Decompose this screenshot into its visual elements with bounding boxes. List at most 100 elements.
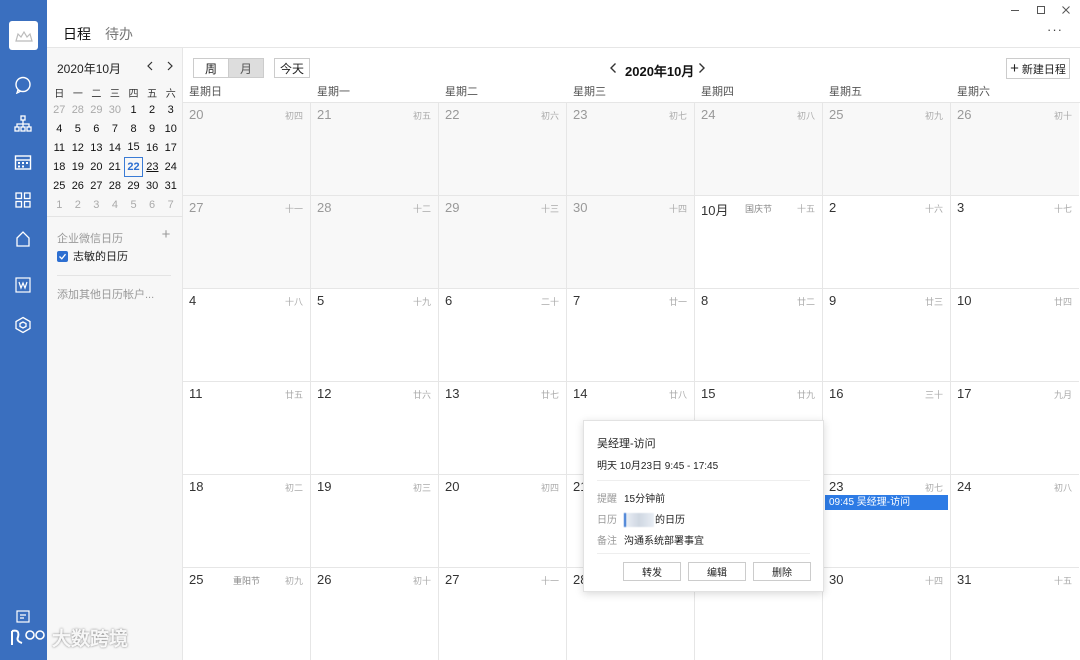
- mini-day[interactable]: 28: [106, 176, 125, 195]
- day-cell[interactable]: 6 二十: [439, 289, 567, 382]
- day-cell[interactable]: 29 十三: [439, 196, 567, 289]
- new-event-button[interactable]: + 新建日程: [1006, 58, 1070, 79]
- mini-day[interactable]: 2: [69, 195, 88, 214]
- mini-day[interactable]: 17: [161, 138, 180, 157]
- maximize-icon[interactable]: [1033, 2, 1049, 18]
- day-cell[interactable]: 23 初七 09:45 吴经理-访问: [823, 475, 951, 568]
- day-cell[interactable]: 28 十二: [311, 196, 439, 289]
- day-cell[interactable]: 30 十四: [823, 568, 951, 660]
- mini-day[interactable]: 26: [69, 176, 88, 195]
- day-cell[interactable]: 24 初八: [695, 103, 823, 196]
- day-cell[interactable]: 26 初十: [951, 103, 1079, 196]
- doc-icon[interactable]: [12, 274, 34, 296]
- mini-day[interactable]: 31: [161, 176, 180, 195]
- day-cell[interactable]: 12 廿六: [311, 382, 439, 475]
- day-cell[interactable]: 13 廿七: [439, 382, 567, 475]
- day-cell[interactable]: 27 十一: [439, 568, 567, 660]
- day-cell[interactable]: 22 初六: [439, 103, 567, 196]
- day-cell[interactable]: 31 十五: [951, 568, 1079, 660]
- mini-day[interactable]: 1: [50, 195, 69, 214]
- mini-day[interactable]: 12: [69, 138, 88, 157]
- mini-day[interactable]: 10: [161, 119, 180, 138]
- day-cell[interactable]: 24 初八: [951, 475, 1079, 568]
- week-view-button[interactable]: 周: [193, 58, 229, 78]
- mini-day[interactable]: 6: [143, 195, 162, 214]
- day-cell[interactable]: 11 廿五: [183, 382, 311, 475]
- prev-month-icon[interactable]: [606, 60, 620, 76]
- more-menu-icon[interactable]: ···: [1047, 22, 1063, 37]
- day-cell[interactable]: 25 初九 重阳节: [183, 568, 311, 660]
- day-cell[interactable]: 21 初五: [311, 103, 439, 196]
- day-cell[interactable]: 3 十七: [951, 196, 1079, 289]
- mini-day[interactable]: 16: [143, 138, 162, 157]
- workbench-icon[interactable]: [12, 228, 34, 250]
- avatar[interactable]: [9, 21, 38, 50]
- tab-todo[interactable]: 待办: [105, 24, 133, 44]
- mini-day[interactable]: 21: [106, 157, 125, 176]
- mini-day[interactable]: 28: [69, 100, 88, 119]
- mini-day[interactable]: 2: [143, 100, 162, 119]
- mini-day[interactable]: 13: [87, 138, 106, 157]
- mini-day[interactable]: 18: [50, 157, 69, 176]
- day-cell[interactable]: 30 十四: [567, 196, 695, 289]
- add-calendar-button[interactable]: +: [159, 226, 173, 243]
- day-cell[interactable]: 9 廿三: [823, 289, 951, 382]
- mini-day[interactable]: 25: [50, 176, 69, 195]
- day-cell[interactable]: 27 十一: [183, 196, 311, 289]
- day-cell[interactable]: 17 九月: [951, 382, 1079, 475]
- mini-day[interactable]: 5: [124, 195, 143, 214]
- mini-day[interactable]: 29: [87, 100, 106, 119]
- mini-day[interactable]: 4: [106, 195, 125, 214]
- day-cell[interactable]: 20 初四: [439, 475, 567, 568]
- mini-day[interactable]: 15: [124, 138, 143, 157]
- day-cell[interactable]: 5 十九: [311, 289, 439, 382]
- day-cell[interactable]: 10 廿四: [951, 289, 1079, 382]
- day-cell[interactable]: 19 初三: [311, 475, 439, 568]
- mini-day[interactable]: 6: [87, 119, 106, 138]
- day-cell[interactable]: 10月 十五 国庆节: [695, 196, 823, 289]
- mini-day[interactable]: 7: [106, 119, 125, 138]
- org-chart-icon[interactable]: [12, 113, 34, 135]
- add-account-link[interactable]: 添加其他日历帐户...: [57, 286, 154, 302]
- day-cell[interactable]: 23 初七: [567, 103, 695, 196]
- event-chip[interactable]: 09:45 吴经理-访问: [825, 495, 948, 510]
- close-icon[interactable]: [1058, 2, 1074, 18]
- chat-icon[interactable]: [12, 74, 34, 96]
- day-cell[interactable]: 16 三十: [823, 382, 951, 475]
- apps-grid-icon[interactable]: [12, 189, 34, 211]
- mini-day[interactable]: 3: [87, 195, 106, 214]
- day-cell[interactable]: 25 初九: [823, 103, 951, 196]
- mini-day-selected[interactable]: 23: [143, 157, 162, 176]
- mini-day[interactable]: 7: [161, 195, 180, 214]
- mini-prev-icon[interactable]: [143, 58, 155, 74]
- day-cell[interactable]: 4 十八: [183, 289, 311, 382]
- edit-button[interactable]: 编辑: [688, 562, 746, 581]
- mini-day[interactable]: 3: [161, 100, 180, 119]
- mini-day[interactable]: 27: [87, 176, 106, 195]
- forward-button[interactable]: 转发: [623, 562, 681, 581]
- tab-schedule[interactable]: 日程: [63, 24, 91, 52]
- mini-day[interactable]: 1: [124, 100, 143, 119]
- calendar-icon[interactable]: [0, 145, 47, 179]
- day-cell[interactable]: 18 初二: [183, 475, 311, 568]
- cube-icon[interactable]: [12, 314, 34, 336]
- mini-day[interactable]: 4: [50, 119, 69, 138]
- day-cell[interactable]: 2 十六: [823, 196, 951, 289]
- mini-day[interactable]: 27: [50, 100, 69, 119]
- mini-day[interactable]: 29: [124, 176, 143, 195]
- day-cell[interactable]: 7 廿一: [567, 289, 695, 382]
- day-cell[interactable]: 8 廿二: [695, 289, 823, 382]
- mini-day[interactable]: 11: [50, 138, 69, 157]
- day-cell[interactable]: 20 初四: [183, 103, 311, 196]
- mini-day[interactable]: 8: [124, 119, 143, 138]
- today-button[interactable]: 今天: [274, 58, 310, 78]
- mini-day[interactable]: 14: [106, 138, 125, 157]
- mini-day[interactable]: 5: [69, 119, 88, 138]
- mini-day-today[interactable]: 22: [123, 156, 144, 177]
- mini-next-icon[interactable]: [164, 58, 176, 74]
- calendar-item[interactable]: 志敏的日历: [57, 248, 128, 264]
- month-view-button[interactable]: 月: [228, 58, 264, 78]
- delete-button[interactable]: 删除: [753, 562, 811, 581]
- checkbox-checked-icon[interactable]: [57, 250, 68, 262]
- mini-day[interactable]: 24: [161, 157, 180, 176]
